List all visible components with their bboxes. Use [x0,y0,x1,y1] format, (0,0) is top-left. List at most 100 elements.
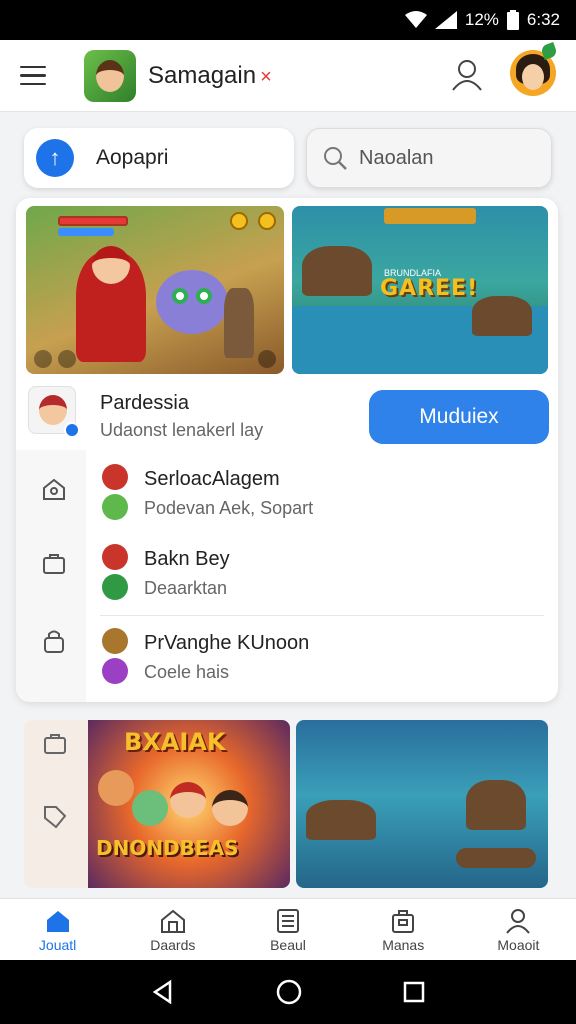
briefcase-icon [392,909,415,933]
nav-label: Moaoit [497,936,540,953]
side-action-strip [24,720,88,888]
game-thumbnail-3[interactable]: BXAIAK DNONDBEAS [88,720,290,888]
nav-home[interactable]: Jouatl [0,899,115,960]
verified-badge-icon [64,422,80,438]
featured-action-button[interactable]: Muduiex [369,390,549,444]
nav-label: Jouatl [38,936,77,953]
clock: 6:32 [526,10,560,29]
coin-icon [258,212,276,230]
cliff [472,296,532,336]
mana-bar [58,228,114,236]
game-thumbnail-2[interactable]: BRUNDLAFIA GAREE! [292,206,548,374]
creature-eye [196,288,212,304]
signal-icon [434,11,457,29]
primary-action-label: Aopapri [96,146,169,169]
nav-label: Beaul [270,936,306,953]
coin-icon [230,212,248,230]
game-icon [102,544,128,570]
warrior-head [92,246,130,284]
featured-card: BRUNDLAFIA GAREE! Pardessia Udaonst lena… [16,198,558,702]
health-bar [58,216,128,226]
game-thumbnail-4[interactable] [296,720,548,888]
blob-creature [156,270,228,334]
home-button-icon[interactable] [275,978,303,1006]
status-bar: 12% 6:32 [0,0,576,40]
menu-icon [20,65,46,69]
avatar-head [39,395,67,425]
game-icon [102,494,128,520]
nav-manage[interactable]: Manas [346,899,461,960]
banner-text: GAREE! [380,276,479,301]
side-action-strip [16,450,86,702]
menu-button[interactable] [20,56,60,96]
avatar-face [522,64,544,90]
app-logo [84,49,136,102]
nav-document[interactable]: Beaul [230,899,345,960]
back-icon[interactable] [150,979,176,1005]
arrow-up-icon: ↑ [36,139,74,177]
app-bar: Samagain × [0,40,576,112]
media-icon [258,350,276,368]
character-head [132,790,168,826]
nav-label: Daards [150,936,196,953]
heart-icon [102,574,128,600]
featured-row[interactable]: Pardessia Udaonst lenakerl lay Muduiex [16,386,558,446]
promo-section: BXAIAK DNONDBEAS [24,716,552,892]
list-item-subtitle: Coele hais [144,662,230,682]
search-placeholder: Naoalan [359,146,434,169]
app-title: Samagain × [148,62,272,90]
featured-title: Pardessia [100,392,189,414]
list-item[interactable]: Bakn Bey Deaarktan [100,544,544,616]
home-outline-icon[interactable] [41,476,67,502]
leaf-icon [34,350,52,368]
character-head [212,790,248,826]
search-field[interactable]: Naoalan [306,128,552,188]
game-icon [102,628,128,654]
featured-subtitle: Udaonst lenakerl lay [100,420,264,440]
primary-action-button[interactable]: ↑ Aopapri [24,128,294,188]
list-item-subtitle: Podevan Aek, Sopart [144,498,314,518]
system-navigation-bar [0,960,576,1024]
small-character [224,288,254,358]
nav-label: Manas [382,936,425,953]
person-icon [506,908,531,934]
lock-icon[interactable] [41,628,67,654]
nav-store[interactable]: Daards [115,899,230,960]
creature-eye [172,288,188,304]
search-icon [324,147,347,170]
list-item-title: SerloacAlagem [144,468,280,490]
wifi-icon [404,11,427,28]
list-item-title: PrVanghe KUnoon [144,632,310,654]
list-item-title: Bakn Bey [144,548,230,570]
game-icon [102,464,128,490]
profile-icon[interactable] [450,58,484,92]
promo-title-bottom: DNONDBEAS [96,836,239,860]
character-head [170,782,206,818]
island [466,780,526,830]
document-icon [277,908,299,933]
nav-profile[interactable]: Moaoit [461,899,576,960]
home-icon [46,910,69,932]
app-title-text: Samagain [148,61,257,89]
list-item[interactable]: PrVanghe KUnoon Coele hais [100,628,544,700]
bottom-navigation: Jouatl Daards Beaul Manas Moaoit [0,898,576,960]
island [306,800,376,840]
bag-icon[interactable] [42,730,68,756]
recents-icon[interactable] [402,980,426,1004]
media-icon [58,350,76,368]
battery-icon [506,10,519,30]
close-mark: × [260,65,272,88]
menu-icon-line [20,74,46,77]
menu-icon-line [20,82,46,86]
store-icon [160,909,185,933]
game-thumbnail-1[interactable] [26,206,284,374]
tag-icon[interactable] [42,804,68,830]
list-item[interactable]: SerloacAlagem Podevan Aek, Sopart [100,464,544,536]
character-head [98,770,134,806]
cliff [302,246,372,296]
gem-icon [102,658,128,684]
logo-face [96,59,124,92]
bag-icon[interactable] [41,550,67,576]
promo-title-top: BXAIAK [124,728,226,756]
list-item-subtitle: Deaarktan [144,578,228,598]
